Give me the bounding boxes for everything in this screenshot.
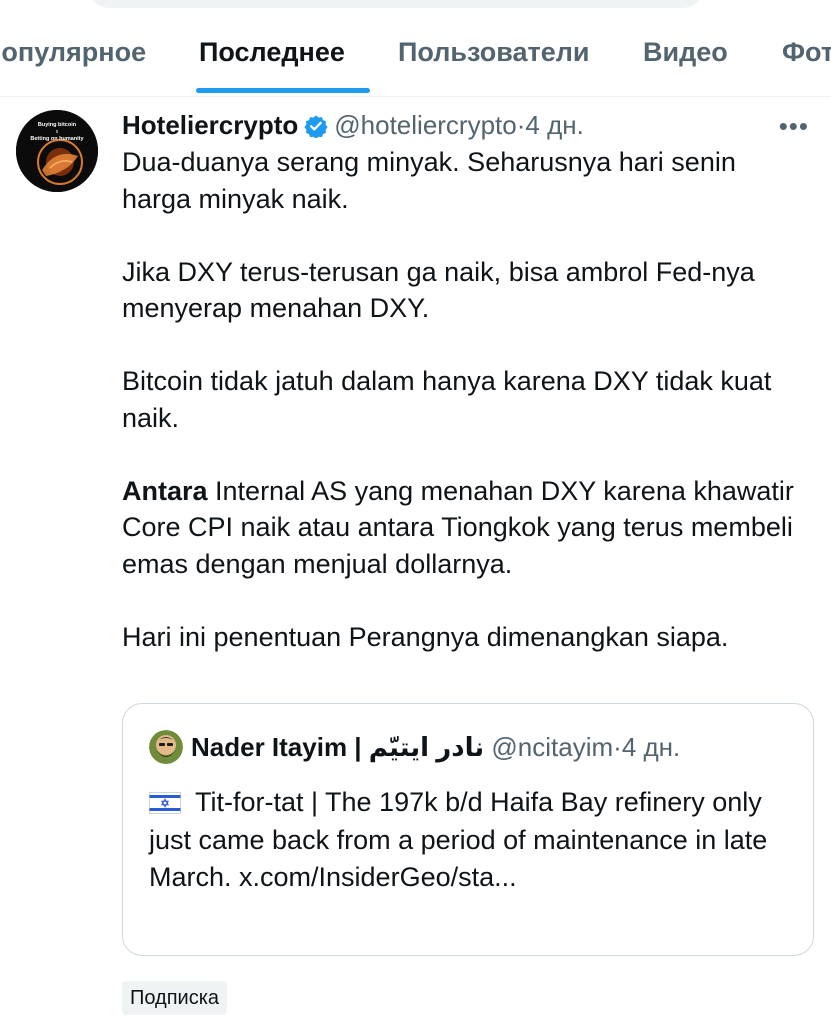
tweet-header: Hoteliercrypto @hoteliercrypto·4 дн. — [122, 107, 584, 143]
quote-text: Tit-for-tat | The 197k b/d Haifa Bay ref… — [149, 784, 799, 897]
tweet[interactable]: Buying bitcoin x Betting on humanity Hot… — [0, 97, 831, 1024]
israel-flag-icon — [149, 792, 181, 814]
timestamp[interactable]: 4 дн. — [525, 110, 583, 140]
quote-display-name[interactable]: Nader Itayim | نادر ايتيّم — [191, 732, 484, 762]
quote-body: Tit-for-tat | The 197k b/d Haifa Bay ref… — [149, 787, 768, 892]
tab-top[interactable]: Популярное — [0, 37, 146, 68]
tweet-paragraph-4: Antara Internal AS yang menahan DXY kare… — [122, 473, 812, 583]
more-options-icon[interactable]: ••• — [779, 113, 809, 139]
quote-timestamp[interactable]: 4 дн. — [622, 732, 680, 762]
tweet-paragraph-2: Jika DXY terus-terusan ga naik, bisa amb… — [122, 256, 755, 324]
quote-handle[interactable]: @ncitayim — [491, 732, 613, 762]
quoted-tweet[interactable]: Nader Itayim | نادر ايتيّم @ncitayim·4 д… — [122, 703, 814, 956]
bold-word: Antara — [122, 475, 208, 506]
subscription-badge[interactable]: Подписка — [122, 981, 228, 1015]
tweet-paragraph-3: Bitcoin tidak jatuh dalam hanya karena D… — [122, 366, 772, 433]
quote-avatar[interactable] — [149, 730, 183, 764]
tab-people[interactable]: Пользователи — [398, 37, 589, 68]
tab-latest[interactable]: Последнее — [199, 37, 345, 68]
tab-photos[interactable]: Фото — [782, 37, 831, 68]
search-tabs: Популярное Последнее Пользователи Видео … — [0, 0, 831, 97]
verified-badge-icon — [304, 115, 328, 138]
tweet-paragraph-5: Hari ini penentuan Perangnya dimenangkan… — [122, 621, 729, 652]
tweet-text: Dua-duanya serang minyak. Seharusnya har… — [122, 144, 812, 655]
tab-media-video[interactable]: Видео — [643, 37, 728, 68]
tweet-paragraph-4-rest: Internal AS yang menahan DXY karena khaw… — [122, 475, 794, 579]
tweet-paragraph-1: Dua-duanya serang minyak. Seharusnya har… — [122, 147, 736, 214]
quote-header: Nader Itayim | نادر ايتيّم @ncitayim·4 д… — [149, 729, 680, 765]
avatar-text-3: Betting on humanity — [30, 136, 84, 142]
handle[interactable]: @hoteliercrypto — [334, 110, 516, 140]
quote-separator-dot: · — [613, 732, 622, 762]
display-name[interactable]: Hoteliercrypto — [122, 110, 298, 140]
avatar-text-1: Buying bitcoin — [38, 122, 77, 128]
active-tab-indicator — [196, 88, 370, 93]
avatar[interactable]: Buying bitcoin x Betting on humanity — [16, 110, 98, 192]
